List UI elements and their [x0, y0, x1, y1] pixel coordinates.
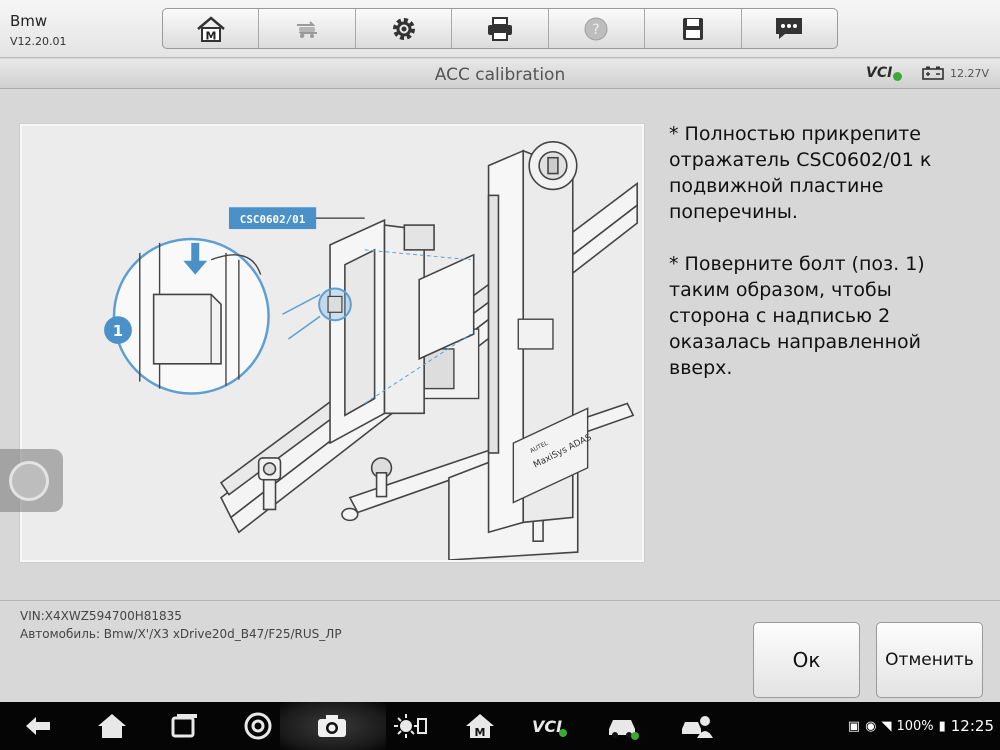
- wifi-icon: ◥: [881, 718, 892, 734]
- maxisys-home-button[interactable]: M: [458, 710, 502, 742]
- title-bar: ACC calibration VCI 12.27V: [0, 59, 1000, 89]
- vehicle-status-button[interactable]: [600, 710, 644, 742]
- remote-support-button[interactable]: [675, 710, 719, 742]
- cancel-button[interactable]: Отменить: [876, 622, 983, 698]
- instructions-text: * Полностью прикрепите отражатель CSC060…: [669, 121, 989, 407]
- car-icon: [609, 720, 639, 740]
- car-battery-icon: [922, 66, 944, 80]
- camera-icon: [318, 715, 346, 737]
- vci-icon: VCI: [533, 717, 567, 737]
- vci-connected-icon: [893, 72, 902, 81]
- notification-icon: ▣: [847, 718, 861, 734]
- clock: 12:25: [950, 717, 994, 735]
- floating-assistive-button[interactable]: [0, 449, 63, 512]
- maxisys-home-icon: M: [466, 714, 494, 739]
- top-bar: Bmw V12.20.01 M ?: [0, 0, 1000, 58]
- vehicle-swap-button[interactable]: [259, 9, 356, 48]
- vci-status: VCI: [866, 65, 893, 81]
- message-button[interactable]: [742, 9, 837, 48]
- brightness-icon: [394, 714, 427, 738]
- adas-frame-drawing: MaxiSys ADAS AUTEL CSC0602/01 1: [104, 141, 638, 561]
- brightness-button[interactable]: [389, 710, 433, 742]
- gear-icon: [392, 17, 415, 40]
- camera-button[interactable]: [310, 710, 354, 742]
- chat-bubble-icon: [776, 17, 803, 39]
- floppy-disk-icon: [682, 17, 703, 40]
- vin-label: VIN:X4XWZ594700H81835: [20, 609, 182, 623]
- battery-icon: ▮: [938, 718, 946, 734]
- svg-text:M: M: [475, 726, 486, 739]
- remote-support-icon: [682, 716, 713, 738]
- calibration-illustration: MaxiSys ADAS AUTEL CSC0602/01 1: [20, 124, 644, 562]
- vehicle-info-bar: VIN:X4XWZ594700H81835 Автомобиль: Bmw/X'…: [0, 600, 1000, 702]
- home-icon: [98, 714, 126, 738]
- chrome-button[interactable]: [236, 710, 280, 742]
- svg-text:?: ?: [593, 22, 600, 38]
- ok-button[interactable]: Ок: [753, 622, 860, 698]
- printer-icon: [487, 16, 512, 41]
- app-title: Bmw: [10, 12, 48, 30]
- settings-button[interactable]: [356, 9, 453, 48]
- android-nav-bar: M VCI ▣ ◉ ◥ 100% ▮ 12:25: [0, 702, 1000, 750]
- vehicle-swap-icon: [297, 20, 318, 38]
- vci-nav-button[interactable]: VCI: [528, 710, 572, 742]
- vehicle-label: Автомобиль: Bmw/X'/X3 xDrive20d_B47/F25/…: [20, 627, 342, 641]
- instruction-step-2: * Поверните болт (поз. 1) таким образом,…: [669, 253, 925, 379]
- help-icon: ?: [584, 17, 608, 40]
- back-button[interactable]: [17, 710, 61, 742]
- assistive-ring-icon: [9, 461, 49, 501]
- nav-home-button[interactable]: [90, 710, 134, 742]
- app-version: V12.20.01: [10, 35, 67, 48]
- save-button[interactable]: [645, 9, 742, 48]
- toolbar: M ?: [162, 8, 838, 49]
- recent-apps-icon: [171, 714, 197, 738]
- back-arrow-icon: [26, 717, 50, 735]
- vci-nav-label: VCI: [533, 717, 562, 736]
- chrome-icon: [244, 712, 272, 740]
- battery-level: 100%: [896, 718, 934, 734]
- instruction-step-1: * Полностью прикрепите отражатель CSC060…: [669, 123, 932, 223]
- print-button[interactable]: [452, 9, 549, 48]
- home-button[interactable]: M: [163, 9, 260, 48]
- status-area: ▣ ◉ ◥ 100% ▮ 12:25: [848, 717, 994, 735]
- home-icon: M: [196, 15, 225, 42]
- battery-voltage: 12.27V: [950, 67, 990, 80]
- home-icon-letter: M: [205, 29, 216, 42]
- position-marker-label: 1: [113, 322, 123, 340]
- recent-apps-button[interactable]: [162, 710, 206, 742]
- reflector-callout-label: CSC0602/01: [240, 213, 306, 226]
- page-title: ACC calibration: [434, 65, 566, 85]
- bluetooth-icon: ◉: [865, 718, 877, 734]
- help-button[interactable]: ?: [549, 9, 646, 48]
